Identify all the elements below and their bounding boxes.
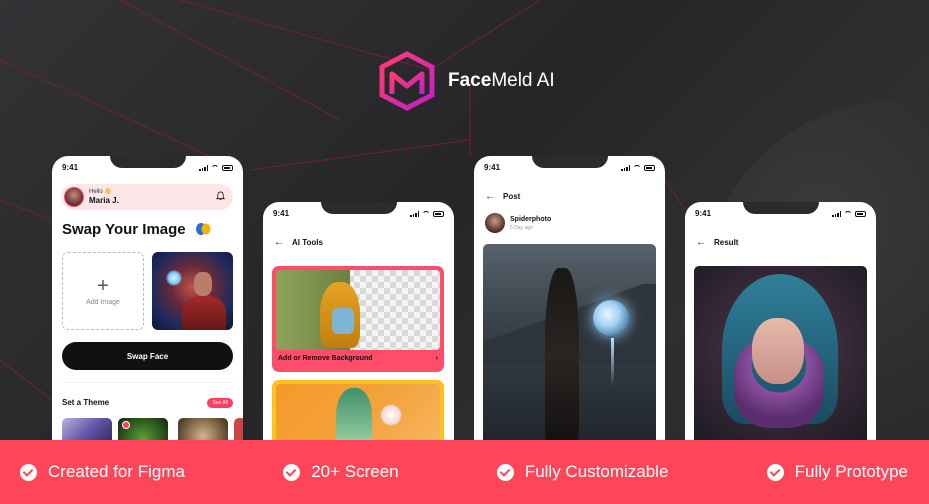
- author-name: Spiderphoto: [510, 215, 552, 223]
- check-circle-icon: [496, 463, 514, 481]
- battery-icon: [222, 164, 233, 171]
- back-arrow-icon[interactable]: ←: [696, 237, 706, 248]
- check-circle-icon: [283, 463, 301, 481]
- theater-mask-icon: [196, 223, 211, 235]
- feature-label: 20+ Screen: [311, 462, 399, 481]
- divider: [62, 382, 233, 383]
- page-title: Swap Your Image: [62, 221, 186, 238]
- status-bar: 9:41: [273, 209, 444, 218]
- post-timestamp: 5 Day ago: [510, 224, 533, 231]
- page-title: Post: [503, 192, 521, 201]
- status-bar: 9:41: [484, 163, 655, 172]
- signal-icon: [621, 164, 630, 171]
- battery-icon: [644, 164, 655, 171]
- post-image[interactable]: [483, 244, 656, 446]
- feature-label: Created for Figma: [48, 462, 185, 481]
- phone-post-screen: 9:41 ← Post Spiderphoto 5 Day ago: [474, 156, 665, 446]
- add-image-button[interactable]: + Add Image: [62, 252, 144, 330]
- header-row: ← Post: [485, 191, 520, 202]
- post-author[interactable]: Spiderphoto 5 Day ago: [485, 213, 551, 233]
- brand-logo: FaceMeld AI: [376, 50, 555, 112]
- phone-ai-tools-screen: 9:41 ← AI Tools Add or Remove Background…: [263, 202, 454, 446]
- feature-item: 20+ Screen: [283, 462, 399, 482]
- facemeld-logo-icon: [379, 51, 435, 111]
- page-title: AI Tools: [292, 238, 323, 247]
- check-circle-icon: [766, 463, 784, 481]
- tool-card-image: [276, 384, 440, 446]
- brand-name: FaceMeld AI: [448, 70, 555, 91]
- tool-card-image: [276, 270, 440, 350]
- add-image-label: Add Image: [86, 298, 120, 306]
- wifi-icon: [633, 164, 641, 171]
- swap-face-button[interactable]: Swap Face: [62, 342, 233, 370]
- wifi-icon: [211, 164, 219, 171]
- see-all-button[interactable]: See All: [207, 398, 233, 408]
- header-row: ← AI Tools: [274, 237, 323, 248]
- feature-label: Fully Prototype: [794, 462, 908, 481]
- chevron-right-icon: ›: [435, 355, 438, 362]
- status-bar: 9:41: [695, 209, 866, 218]
- tool-card-background[interactable]: Add or Remove Background ›: [272, 266, 444, 372]
- phone-result-screen: 9:41 ← Result: [685, 202, 876, 446]
- greeting-text: Hello 👋: [89, 189, 112, 195]
- tool-card[interactable]: [272, 380, 444, 446]
- back-arrow-icon[interactable]: ←: [274, 237, 284, 248]
- avatar[interactable]: [64, 187, 84, 207]
- section-title-theme: Set a Theme: [62, 398, 110, 407]
- avatar[interactable]: [485, 213, 505, 233]
- selected-face-image[interactable]: [152, 252, 233, 330]
- greeting-bar: Hello 👋 Maria J.: [61, 184, 233, 210]
- user-name: Maria J.: [89, 196, 119, 205]
- selected-badge-icon: [122, 421, 130, 429]
- phone-home-screen: 9:41 Hello 👋 Maria J. Swap Your Image + …: [52, 156, 243, 446]
- plus-icon: +: [97, 274, 109, 297]
- feature-banner: Created for Figma 20+ Screen Fully Custo…: [0, 440, 929, 504]
- feature-item: Created for Figma: [20, 462, 185, 482]
- check-circle-icon: [20, 463, 37, 481]
- page-title: Result: [714, 238, 739, 247]
- bell-icon[interactable]: [216, 191, 225, 201]
- wifi-icon: [422, 210, 430, 217]
- battery-icon: [433, 210, 444, 217]
- wifi-icon: [844, 210, 852, 217]
- header-row: ← Result: [696, 237, 738, 248]
- feature-item: Fully Prototype: [766, 462, 908, 482]
- result-image[interactable]: [694, 266, 867, 446]
- back-arrow-icon[interactable]: ←: [485, 191, 495, 202]
- tool-card-label: Add or Remove Background: [278, 355, 373, 362]
- signal-icon: [199, 164, 208, 171]
- feature-item: Fully Customizable: [496, 462, 669, 482]
- status-bar: 9:41: [62, 163, 233, 172]
- signal-icon: [410, 210, 419, 217]
- feature-label: Fully Customizable: [524, 462, 669, 481]
- battery-icon: [855, 210, 866, 217]
- signal-icon: [832, 210, 841, 217]
